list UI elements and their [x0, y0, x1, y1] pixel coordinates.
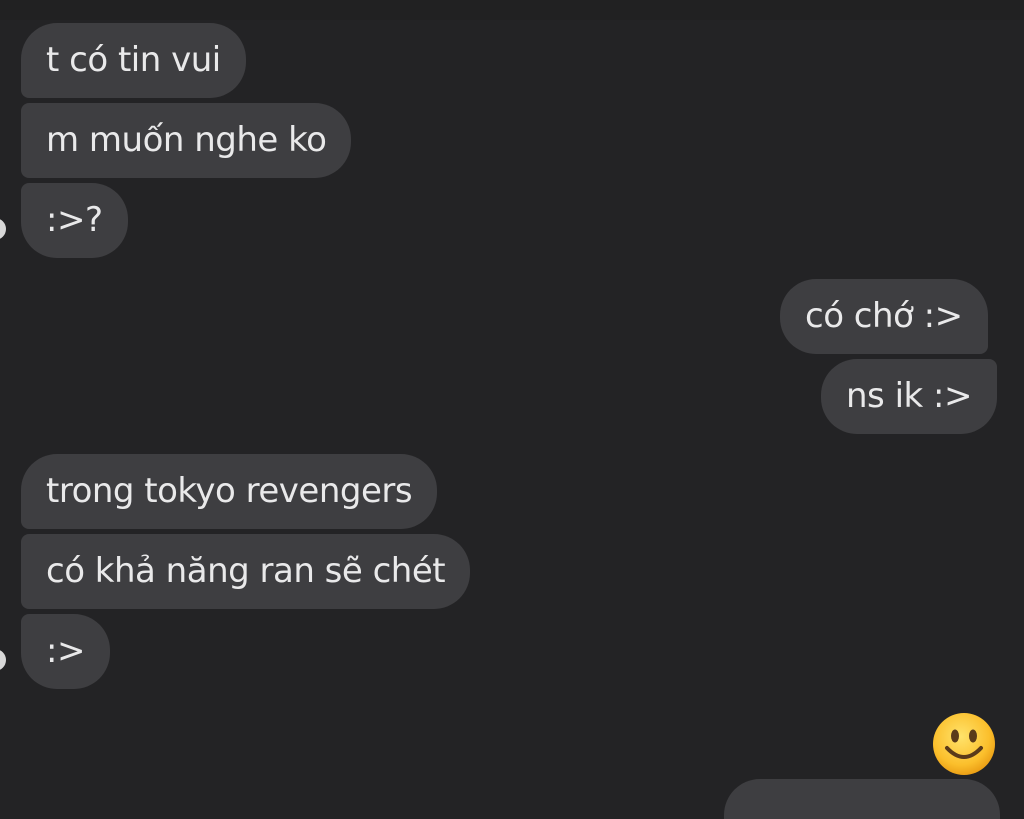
message-text: ns ik :> — [846, 376, 972, 416]
message-text: trong tokyo revengers — [46, 471, 413, 511]
sender-avatar[interactable] — [0, 218, 6, 240]
incoming-message-bubble[interactable]: :> — [21, 614, 110, 689]
incoming-message-bubble[interactable]: trong tokyo revengers — [21, 454, 438, 529]
outgoing-message-bubble[interactable]: có chớ :> — [780, 279, 988, 354]
message-text: có khả năng ran sẽ chét — [46, 551, 446, 591]
top-bar — [0, 0, 1024, 20]
outgoing-message-bubble[interactable] — [724, 779, 1000, 819]
incoming-message-bubble[interactable]: :>? — [21, 183, 128, 258]
sender-avatar[interactable] — [0, 649, 6, 671]
incoming-message-bubble[interactable]: m muốn nghe ko — [21, 103, 352, 178]
message-text: t có tin vui — [46, 40, 221, 80]
incoming-message-bubble[interactable]: t có tin vui — [21, 23, 246, 98]
message-text: m muốn nghe ko — [46, 120, 327, 160]
message-text: :>? — [46, 200, 103, 240]
incoming-message-bubble[interactable]: có khả năng ran sẽ chét — [21, 534, 471, 609]
message-text: có chớ :> — [805, 296, 963, 336]
message-text: :> — [46, 631, 85, 671]
smiling-face-emoji-icon[interactable] — [931, 711, 997, 777]
outgoing-message-bubble[interactable]: ns ik :> — [821, 359, 997, 434]
